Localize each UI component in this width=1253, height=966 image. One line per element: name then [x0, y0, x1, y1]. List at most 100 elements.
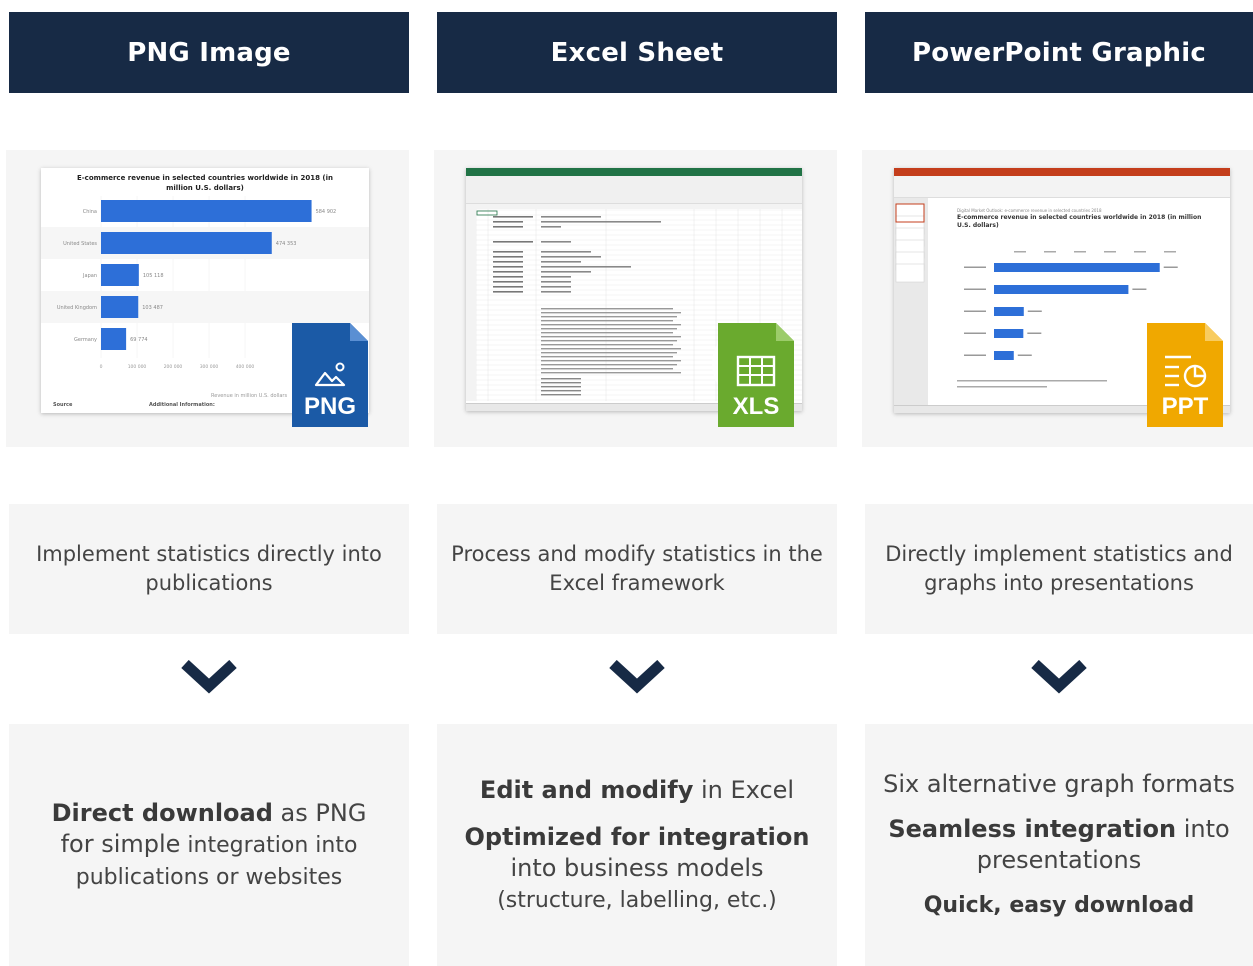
excel-note-text — [541, 340, 677, 342]
excel-cell-text — [541, 226, 561, 228]
ppt-footnote — [957, 386, 1047, 388]
excel-note-text — [541, 356, 673, 358]
ppt-bar — [994, 307, 1024, 316]
ppt-file-badge: PPT — [1147, 323, 1223, 427]
ppt-bar — [994, 351, 1014, 360]
excel-note-text — [541, 368, 673, 370]
excel-cell-text — [493, 226, 523, 228]
ppt-badge-label: PPT — [1161, 393, 1209, 420]
ppt-header-title: PowerPoint Graphic — [912, 37, 1206, 68]
excel-cell-text — [541, 378, 581, 380]
excel-cell-text — [493, 256, 523, 258]
ppt-axis-tick — [1164, 251, 1176, 253]
ppt-value-label — [1017, 354, 1032, 356]
png-category-label: United States — [63, 241, 97, 247]
excel-note-text — [541, 360, 681, 362]
excel-row-header — [466, 206, 476, 401]
excel-features: Edit and modify in Excel Optimized for i… — [437, 724, 837, 966]
png-tick-label: 0 — [100, 364, 103, 370]
ppt-feature-line-3: Quick, easy download — [924, 890, 1195, 921]
ppt-feature-line-1: Six alternative graph formats — [883, 769, 1235, 800]
ppt-feature-line-2: Seamless integration into presentations — [873, 814, 1245, 876]
png-axis-label: Revenue in million U.S. dollars — [211, 393, 288, 399]
ppt-bar — [994, 285, 1129, 294]
ppt-category-label — [964, 354, 986, 356]
excel-cell-text — [493, 241, 533, 243]
excel-cell-text — [541, 261, 581, 263]
png-bar — [101, 200, 312, 222]
png-bar — [101, 232, 272, 254]
excel-note-text — [541, 320, 673, 322]
ppt-header[interactable]: PowerPoint Graphic — [865, 12, 1253, 93]
ppt-value-label — [1163, 266, 1178, 268]
png-feature-bold: Direct download — [51, 798, 273, 827]
png-badge-label: PNG — [303, 393, 356, 420]
excel-feature-bold1: Edit and modify — [479, 775, 694, 804]
excel-cell-text — [493, 251, 523, 253]
excel-cell-text — [541, 386, 581, 388]
ppt-feature-bold1: Seamless integration — [888, 815, 1177, 843]
excel-cell-text — [541, 382, 581, 384]
png-chevron-down-icon — [181, 660, 237, 694]
ppt-axis-tick — [1104, 251, 1116, 253]
excel-badge-label: XLS — [732, 393, 780, 420]
excel-note-text — [541, 312, 681, 314]
excel-feature-text2: into business models — [510, 853, 764, 882]
excel-note-text — [541, 308, 673, 310]
excel-note-text — [541, 316, 677, 318]
excel-cell-text — [493, 291, 523, 293]
ppt-preview: Digital Market Outlook: e-commerce reven… — [862, 150, 1253, 447]
ppt-axis-tick — [1134, 251, 1146, 253]
ppt-category-label — [964, 288, 986, 290]
excel-cell-text — [493, 266, 523, 268]
excel-note-text — [541, 352, 677, 354]
excel-feature-line-1: Edit and modify in Excel — [480, 775, 794, 806]
excel-note-text — [541, 364, 677, 366]
excel-cell-text — [493, 261, 523, 263]
column-png: PNG Image E-commerce revenue in selected… — [6, 0, 409, 966]
png-info-label: Additional Information: — [149, 402, 215, 408]
png-bar — [101, 264, 139, 286]
ppt-description: Directly implement statistics and graphs… — [865, 504, 1253, 634]
ppt-category-label — [964, 310, 986, 312]
png-features: Direct download as PNG for simple integr… — [9, 724, 409, 966]
excel-cell-text — [541, 251, 591, 253]
excel-header-title: Excel Sheet — [550, 37, 724, 68]
png-value-label: 69 774 — [130, 337, 148, 343]
excel-description: Process and modify statistics in the Exc… — [437, 504, 837, 634]
excel-cell-text — [541, 221, 661, 223]
png-category-label: Germany — [74, 337, 97, 343]
png-tick-label: 100 000 — [128, 364, 147, 370]
ppt-bar — [994, 329, 1024, 338]
excel-cell-text — [541, 281, 571, 283]
excel-cell-text — [493, 221, 523, 223]
ppt-feature-text1: Six alternative graph formats — [883, 770, 1235, 798]
excel-cell-text — [541, 216, 601, 218]
excel-cell-text — [541, 291, 571, 293]
excel-cell-text — [541, 266, 631, 268]
png-category-label: United Kingdom — [57, 305, 97, 311]
excel-note-text — [541, 324, 681, 326]
png-tick-label: 400 000 — [236, 364, 255, 370]
ppt-axis-tick — [1014, 251, 1026, 253]
ppt-bar — [994, 263, 1160, 272]
ppt-feature-bold2: Quick, easy download — [923, 893, 1195, 918]
png-header-title: PNG Image — [127, 37, 291, 68]
excel-cell-text — [493, 271, 523, 273]
excel-header[interactable]: Excel Sheet — [437, 12, 837, 93]
ppt-value-label — [1027, 310, 1042, 312]
excel-note-text — [541, 348, 681, 350]
excel-feature-line-2: Optimized for integration into business … — [465, 822, 810, 916]
ppt-value-label — [1132, 288, 1147, 290]
excel-preview: XLS — [434, 150, 837, 447]
excel-cell-text — [541, 390, 581, 392]
ppt-slide-thumb — [895, 263, 925, 283]
excel-note-text — [541, 332, 673, 334]
column-powerpoint: PowerPoint Graphic Digital Market Outloo… — [862, 0, 1253, 966]
excel-file-badge: XLS — [718, 323, 794, 427]
excel-cell-text — [493, 276, 523, 278]
excel-selected-cell — [476, 210, 498, 216]
png-value-label: 584 902 — [316, 209, 337, 215]
png-header[interactable]: PNG Image — [9, 12, 409, 93]
ppt-features: Six alternative graph formats Seamless i… — [865, 724, 1253, 966]
